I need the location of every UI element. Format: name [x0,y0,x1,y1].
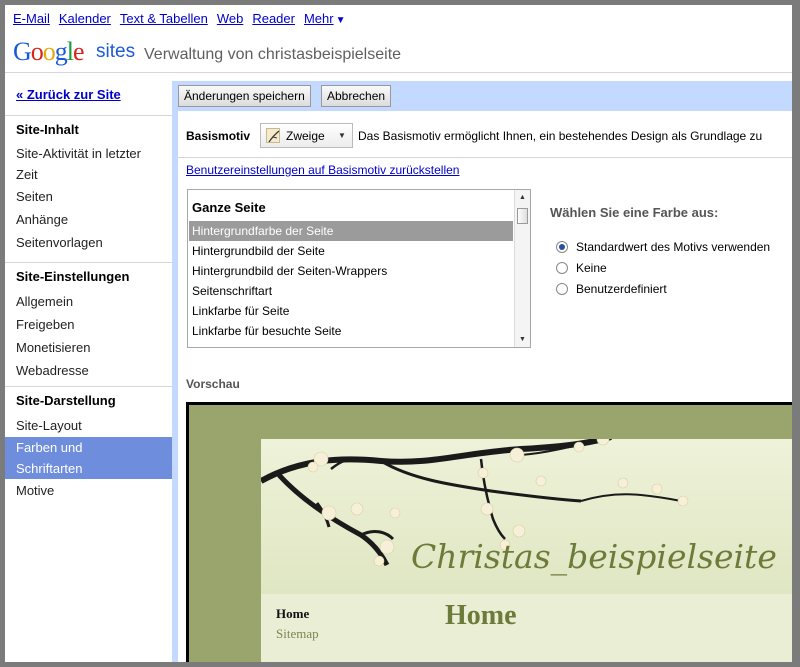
radio-selected-icon [556,241,568,253]
sidebar-item-general[interactable]: Allgemein [5,290,172,313]
radio-empty-icon [556,283,568,295]
scroll-thumb[interactable] [517,208,528,224]
product-name: sites [96,41,136,62]
sidebar-item-label: Zeit [16,167,38,182]
colors-fonts-panel: Basismotiv Zweige ▼ Das Basismotiv ermög… [178,111,792,662]
scroll-down-arrow-icon[interactable]: ▼ [515,332,530,347]
logo-letter: g [54,37,68,66]
sidebar-item-label: Schriftarten [5,458,172,479]
toolbar: Änderungen speichern Abbrechen [172,81,792,111]
radio-custom[interactable]: Benutzerdefiniert [556,280,667,298]
list-item[interactable]: Hintergrundfarbe der Seite [189,221,513,241]
radio-empty-icon [556,262,568,274]
logo-letter: G [13,37,32,66]
list-scrollbar[interactable]: ▲ ▼ [514,190,530,347]
back-to-site-link[interactable]: « Zurück zur Site [16,87,121,102]
reset-to-theme-link[interactable]: Benutzereinstellungen auf Basismotiv zur… [186,163,459,177]
divider [178,157,792,158]
list-item[interactable]: Hintergrundbild der Seite [189,241,513,261]
scroll-up-arrow-icon[interactable]: ▲ [515,190,530,205]
sidebar-section-appearance: Site-Darstellung Site-Layout Farben und … [5,386,172,502]
list-group-header: Ganze Seite [192,200,266,215]
radio-label: Standardwert des Motivs verwenden [576,240,771,254]
list-item[interactable]: Seitenschriftart [189,281,513,301]
chevron-down-icon: ▼ [338,131,346,140]
preview-nav-home[interactable]: Home [276,606,309,622]
sidebar-item-monetize[interactable]: Monetisieren [5,336,172,359]
sidebar-section-settings: Site-Einstellungen Allgemein Freigeben M… [5,262,172,382]
sidebar-item-label: Farben und [5,437,172,458]
radio-label: Keine [576,261,607,275]
base-theme-dropdown[interactable]: Zweige ▼ [260,123,353,148]
theme-preview: Christas_beispielseite Home Sitemap Home [186,402,792,662]
nav-link-email[interactable]: E-Mail [13,11,50,29]
preview-site-body: Home Sitemap Home [261,594,792,662]
logo-letter: o [42,37,56,66]
sidebar-item-label: Site-Aktivität in letzter [16,146,141,161]
page-title: Verwaltung von christasbeispielseite [144,46,402,63]
branch-theme-icon [266,128,280,143]
cancel-button[interactable]: Abbrechen [321,85,392,107]
save-button[interactable]: Änderungen speichern [178,85,311,107]
nav-link-more[interactable]: Mehr ▼ [304,11,346,29]
sidebar-item-site-layout[interactable]: Site-Layout [5,414,172,437]
nav-link-more-label: Mehr [303,11,334,26]
sidebar-item-themes[interactable]: Motive [5,479,172,502]
sidebar-item-sharing[interactable]: Freigeben [5,313,172,336]
sidebar-section-title: Site-Einstellungen [16,269,130,284]
nav-link-calendar[interactable]: Kalender [59,11,111,29]
radio-theme-default[interactable]: Standardwert des Motivs verwenden [556,238,770,256]
radio-none[interactable]: Keine [556,259,607,277]
selected-theme: Zweige [286,129,325,143]
page-elements-list[interactable]: Ganze Seite Hintergrundfarbe der Seite H… [187,189,531,348]
base-theme-description: Das Basismotiv ermöglicht Ihnen, ein bes… [358,129,763,143]
sidebar-section-content: Site-Inhalt Site-Aktivität in letzter Ze… [5,115,172,254]
sidebar-item-colors-and-fonts[interactable]: Farben und Schriftarten [5,437,172,479]
nav-link-web[interactable]: Web [217,11,244,29]
sidebar-section-title: Site-Darstellung [16,393,116,408]
google-bar: E-Mail Kalender Text & Tabellen Web Read… [13,11,346,29]
logo-letter: o [30,37,44,66]
nav-link-reader[interactable]: Reader [252,11,295,29]
sidebar-item-attachments[interactable]: Anhänge [5,208,172,231]
logo-letter: e [73,37,85,66]
app-window: E-Mail Kalender Text & Tabellen Web Read… [5,5,792,662]
preview-site-header: Christas_beispielseite [261,439,792,594]
sidebar-section-title: Site-Inhalt [16,122,79,137]
preview-page-heading: Home [445,600,517,631]
sidebar-item-pages[interactable]: Seiten [5,185,172,208]
main-content: Änderungen speichern Abbrechen Basismoti… [172,81,792,662]
preview-label: Vorschau [186,377,240,391]
sidebar: « Zurück zur Site Site-Inhalt Site-Aktiv… [5,81,172,662]
list-item[interactable]: Linkfarbe für Seite [189,301,513,321]
color-picker-heading: Wählen Sie eine Farbe aus: [550,205,719,220]
list-item[interactable]: Linkfarbe für besuchte Seite [189,321,513,341]
header: Google sites Verwaltung von christasbeis… [5,33,792,73]
list-item[interactable]: Hintergrundbild der Seiten-Wrappers [189,261,513,281]
google-logo[interactable]: Google [13,37,85,67]
preview-site-title: Christas_beispielseite [411,537,777,576]
base-theme-label: Basismotiv [186,129,251,143]
nav-link-docs[interactable]: Text & Tabellen [120,11,208,29]
sidebar-item-page-templates[interactable]: Seitenvorlagen [5,231,172,254]
preview-site: Christas_beispielseite Home Sitemap Home [261,439,792,662]
chevron-down-icon: ▼ [335,15,346,26]
sidebar-item-recent-activity[interactable]: Site-Aktivität in letzter Zeit [5,143,172,185]
sidebar-item-web-address[interactable]: Webadresse [5,359,172,382]
radio-label: Benutzerdefiniert [576,282,667,296]
preview-nav-sitemap[interactable]: Sitemap [276,626,319,642]
